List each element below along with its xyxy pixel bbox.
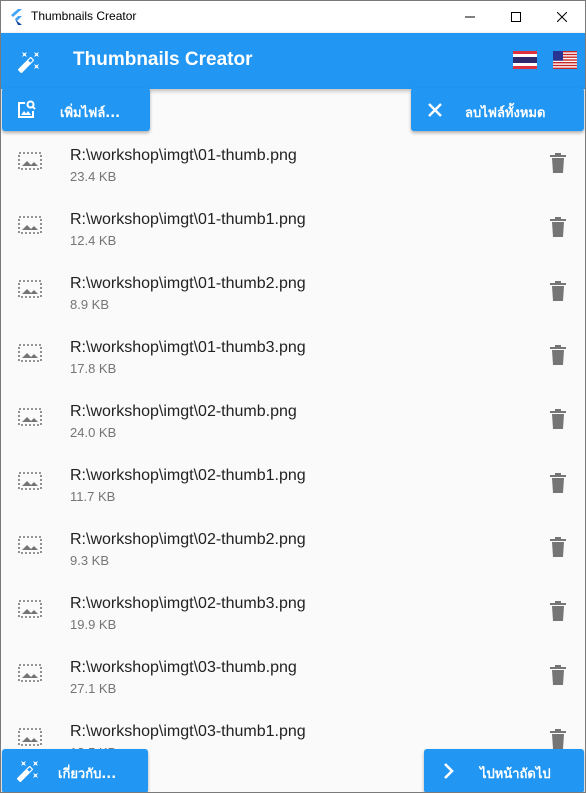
file-size: 11.7 KB [70,489,116,504]
trash-icon[interactable] [549,729,567,749]
file-list-item[interactable]: R:\workshop\imgt\01-thumb2.png 8.9 KB [1,259,585,323]
maximize-button[interactable] [493,1,539,32]
file-path: R:\workshop\imgt\02-thumb3.png [70,595,306,612]
file-list-item[interactable]: R:\workshop\imgt\02-thumb3.png 19.9 KB [1,579,585,643]
about-button[interactable]: เกี่ยวกับ... [2,749,148,792]
close-button[interactable] [539,1,585,32]
chevron-right-icon [444,763,454,779]
file-path: R:\workshop\imgt\01-thumb2.png [70,275,306,292]
file-size: 19.9 KB [70,617,117,632]
file-size: 12.4 KB [70,233,117,248]
trash-icon[interactable] [549,537,567,557]
flutter-logo-icon [11,9,22,25]
maximize-icon [511,11,521,22]
file-list[interactable]: R:\workshop\imgt\01-thumb.png 23.4 KB R:\w… [1,131,585,792]
image-placeholder-icon [18,344,42,362]
trash-icon[interactable] [549,345,567,365]
file-size: 8.9 KB [70,297,110,312]
image-placeholder-icon [18,216,42,234]
file-size: 24.0 KB [70,425,117,440]
app-window: Thumbnails Creator Thumbnails Creator เพ… [0,0,586,793]
clear-all-files-label: ลบไฟล์ทั้งหมด [465,106,546,121]
trash-icon[interactable] [549,281,567,301]
file-path: R:\workshop\imgt\01-thumb3.png [70,339,306,356]
add-files-label: เพิ่มไฟล์... [60,106,121,121]
about-label: เกี่ยวกับ... [58,767,117,782]
file-size: 9.3 KB [70,553,110,568]
file-list-item[interactable]: R:\workshop\imgt\02-thumb2.png 9.3 KB [1,515,585,579]
trash-icon[interactable] [549,409,567,429]
image-placeholder-icon [18,408,42,426]
file-list-item[interactable]: R:\workshop\imgt\01-thumb3.png 17.8 KB [1,323,585,387]
image-placeholder-icon [18,152,42,170]
file-list-item[interactable]: R:\workshop\imgt\03-thumb.png 27.1 KB [1,643,585,707]
file-path: R:\workshop\imgt\02-thumb.png [70,403,297,420]
trash-icon[interactable] [549,473,567,493]
file-size: 17.8 KB [70,361,117,376]
image-placeholder-icon [18,664,42,682]
app-bar: Thumbnails Creator [1,33,585,89]
image-placeholder-icon [18,536,42,554]
clear-all-files-button[interactable]: ลบไฟล์ทั้งหมด [411,88,584,131]
add-photo-icon [18,100,36,118]
close-icon [557,11,567,22]
trash-icon[interactable] [549,153,567,173]
next-page-label: ไปหน้าถัดไป [480,767,551,782]
image-placeholder-icon [18,472,42,490]
trash-icon[interactable] [549,601,567,621]
auto-fix-wand-icon [16,761,38,783]
file-size: 23.4 KB [70,169,117,184]
file-list-item[interactable]: R:\workshop\imgt\01-thumb1.png 12.4 KB [1,195,585,259]
file-list-item[interactable]: R:\workshop\imgt\02-thumb1.png 11.7 KB [1,451,585,515]
us-flag-icon[interactable] [553,51,577,69]
file-path: R:\workshop\imgt\03-thumb.png [70,659,297,676]
thai-flag-icon[interactable] [513,51,537,69]
add-files-button[interactable]: เพิ่มไฟล์... [2,88,150,131]
file-path: R:\workshop\imgt\01-thumb1.png [70,211,306,228]
next-page-button[interactable]: ไปหน้าถัดไป [424,749,584,792]
close-icon [428,103,442,117]
window-title-bar[interactable]: Thumbnails Creator [1,1,585,32]
image-placeholder-icon [18,280,42,298]
file-path: R:\workshop\imgt\03-thumb1.png [70,723,306,740]
window-title: Thumbnails Creator [31,9,137,23]
file-size: 27.1 KB [70,681,117,696]
file-path: R:\workshop\imgt\02-thumb1.png [70,467,306,484]
auto-fix-wand-icon [17,52,39,74]
app-title: Thumbnails Creator [73,49,253,70]
minimize-icon [465,16,475,17]
minimize-button[interactable] [447,1,493,32]
image-placeholder-icon [18,600,42,618]
file-list-item[interactable]: R:\workshop\imgt\02-thumb.png 24.0 KB [1,387,585,451]
trash-icon[interactable] [549,665,567,685]
file-path: R:\workshop\imgt\02-thumb2.png [70,531,306,548]
file-list-item[interactable]: R:\workshop\imgt\01-thumb.png 23.4 KB [1,131,585,195]
file-path: R:\workshop\imgt\01-thumb.png [70,147,297,164]
trash-icon[interactable] [549,217,567,237]
image-placeholder-icon [18,728,42,746]
